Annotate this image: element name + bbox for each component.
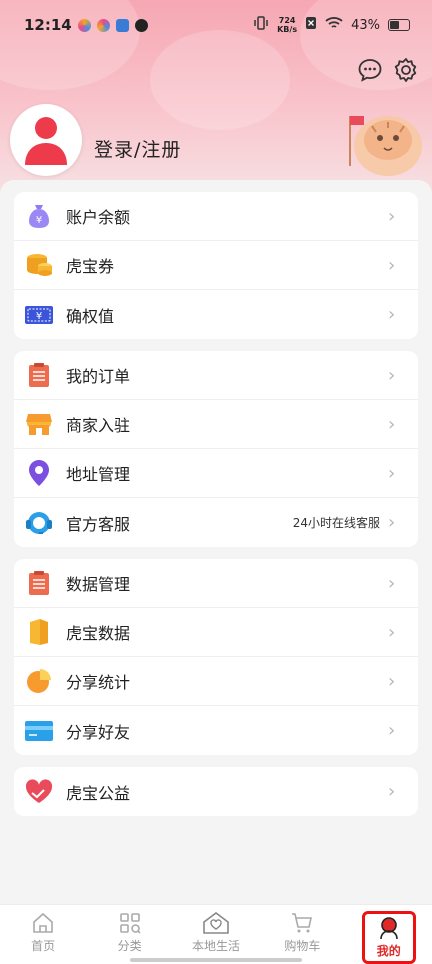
coins-icon <box>24 250 54 280</box>
tab-local-life[interactable]: 本地生活 <box>173 911 259 954</box>
menu-card-services: 我的订单 › 商家入驻 › 地址管理 › 官方客服 24小时在线客服 › <box>14 351 418 547</box>
menu-item-share-stats[interactable]: 分享统计 › <box>14 657 418 706</box>
menu-content: ¥ 账户余额 › 虎宝券 › ¥ 确权值 › 我的订单 › 商家入驻 › 地址管… <box>0 180 432 904</box>
menu-item-label: 虎宝公益 <box>66 783 131 803</box>
category-icon <box>119 913 141 934</box>
login-register-link[interactable]: 登录/注册 <box>94 135 181 162</box>
status-time: 12:14 <box>24 16 72 34</box>
home-icon <box>33 912 53 933</box>
network-speed: 724 KB/s <box>277 16 298 34</box>
tab-profile-highlight: 我的 <box>361 911 416 964</box>
app-notification-icon <box>115 18 129 32</box>
menu-item-label: 账户余额 <box>66 208 131 227</box>
menu-item-tiger-data[interactable]: 虎宝数据 › <box>14 608 418 657</box>
data-list-icon <box>24 568 54 598</box>
chevron-right-icon: › <box>388 621 396 643</box>
sim-off-icon <box>305 16 317 34</box>
chevron-right-icon: › <box>388 720 396 741</box>
order-list-icon <box>24 360 54 390</box>
menu-item-label: 分享好友 <box>66 722 131 742</box>
menu-item-label: 虎宝券 <box>66 257 115 276</box>
menu-card-charity: 虎宝公益 › <box>14 767 418 816</box>
service-hours-text: 24小时在线客服 <box>292 516 380 530</box>
tab-label: 分类 <box>117 939 142 953</box>
tab-label: 我的 <box>376 944 401 958</box>
chevron-right-icon: › <box>388 254 396 276</box>
status-bar: 12:14 724 KB/s 43% <box>0 0 432 50</box>
pie-chart-icon <box>24 666 54 696</box>
menu-card-account: ¥ 账户余额 › 虎宝券 › ¥ 确权值 › <box>14 192 418 339</box>
chevron-right-icon: › <box>388 364 396 386</box>
top-actions <box>356 56 420 84</box>
tab-label: 本地生活 <box>191 939 240 953</box>
menu-item-address[interactable]: 地址管理 › <box>14 449 418 498</box>
menu-item-my-orders[interactable]: 我的订单 › <box>14 351 418 400</box>
heart-hands-icon <box>24 777 54 807</box>
ticket-icon: ¥ <box>24 300 54 330</box>
chevron-right-icon: › <box>388 781 396 802</box>
money-bag-icon: ¥ <box>24 201 54 231</box>
wifi-icon <box>325 16 343 34</box>
message-icon[interactable] <box>356 56 384 84</box>
tiger-mascot-image <box>336 96 426 182</box>
profile-section[interactable]: 登录/注册 <box>10 104 181 176</box>
svg-text:¥: ¥ <box>36 215 42 226</box>
local-life-icon <box>203 912 229 934</box>
menu-item-label: 官方客服 <box>66 514 131 534</box>
menu-item-label: 商家入驻 <box>66 416 131 435</box>
chevron-right-icon: › <box>388 205 396 227</box>
profile-icon <box>379 917 398 940</box>
menu-item-share-friends[interactable]: 分享好友 › <box>14 706 418 755</box>
battery-icon <box>388 19 410 31</box>
menu-item-label: 地址管理 <box>66 465 131 484</box>
menu-card-data: 数据管理 › 虎宝数据 › 分享统计 › 分享好友 › <box>14 559 418 755</box>
menu-item-merchant-join[interactable]: 商家入驻 › <box>14 400 418 449</box>
store-icon <box>24 409 54 439</box>
chevron-right-icon: › <box>388 413 396 435</box>
chevron-right-icon: › <box>388 512 396 533</box>
card-icon <box>24 716 54 746</box>
location-pin-icon <box>24 458 54 488</box>
battery-percent: 43% <box>351 17 380 33</box>
tab-label: 首页 <box>31 939 56 953</box>
menu-item-account-balance[interactable]: ¥ 账户余额 › <box>14 192 418 241</box>
chevron-right-icon: › <box>388 462 396 484</box>
bottom-tab-bar: 首页 分类 本地生活 购物车 我的 <box>0 904 432 964</box>
settings-gear-icon[interactable] <box>392 56 420 84</box>
app-notification-icon <box>77 18 91 32</box>
svg-text:¥: ¥ <box>36 311 42 322</box>
customer-service-icon <box>24 508 54 538</box>
menu-item-data-management[interactable]: 数据管理 › <box>14 559 418 608</box>
chevron-right-icon: › <box>388 304 396 325</box>
vibrate-icon <box>253 16 269 34</box>
tab-home[interactable]: 首页 <box>0 911 86 954</box>
tab-profile[interactable]: 我的 <box>346 911 432 964</box>
cart-icon <box>292 913 313 933</box>
chevron-right-icon: › <box>388 572 396 594</box>
menu-item-charity[interactable]: 虎宝公益 › <box>14 767 418 816</box>
app-notification-icon <box>96 18 110 32</box>
data-book-icon <box>24 617 54 647</box>
chevron-right-icon: › <box>388 670 396 692</box>
tab-cart[interactable]: 购物车 <box>259 911 345 954</box>
menu-item-label: 确权值 <box>66 306 115 326</box>
menu-item-label: 虎宝数据 <box>66 624 131 643</box>
menu-item-rights-value[interactable]: ¥ 确权值 › <box>14 290 418 339</box>
tab-label: 购物车 <box>284 939 321 953</box>
tab-category[interactable]: 分类 <box>87 911 173 954</box>
menu-item-coupons[interactable]: 虎宝券 › <box>14 241 418 290</box>
menu-item-label: 我的订单 <box>66 367 131 386</box>
home-indicator <box>130 958 302 962</box>
menu-item-customer-service[interactable]: 官方客服 24小时在线客服 › <box>14 498 418 547</box>
avatar[interactable] <box>10 104 82 176</box>
menu-item-label: 分享统计 <box>66 673 131 692</box>
menu-item-label: 数据管理 <box>66 575 131 594</box>
user-silhouette-icon <box>25 117 67 165</box>
app-notification-icon <box>134 18 148 32</box>
